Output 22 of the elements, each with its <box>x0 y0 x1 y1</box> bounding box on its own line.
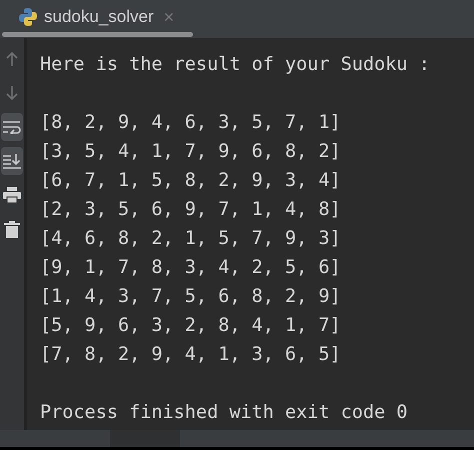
console-line: [6, 7, 1, 5, 8, 2, 9, 3, 4] <box>40 169 342 193</box>
console-line: [1, 4, 3, 7, 5, 6, 8, 2, 9] <box>40 285 342 309</box>
soft-wrap-icon <box>3 120 21 134</box>
printer-icon <box>3 187 21 203</box>
tab-title: sudoku_solver <box>44 7 154 27</box>
console-line: [7, 8, 2, 9, 4, 1, 3, 6, 5] <box>40 343 342 367</box>
wrap-button[interactable] <box>1 113 23 141</box>
console-line: [3, 5, 4, 1, 7, 9, 6, 8, 2] <box>40 140 342 164</box>
down-arrow-icon <box>5 85 19 101</box>
console-line: Here is the result of your Sudoku : <box>40 53 431 77</box>
console-line: [8, 2, 9, 4, 6, 3, 5, 7, 1] <box>40 111 342 135</box>
up-arrow-icon <box>5 51 19 67</box>
scrollbar[interactable] <box>2 32 193 37</box>
console-line: [9, 1, 7, 8, 3, 4, 2, 5, 6] <box>40 256 342 280</box>
scroll-end-button[interactable] <box>1 147 23 175</box>
trash-icon <box>4 220 20 238</box>
console-line: [4, 6, 8, 2, 1, 5, 7, 9, 3] <box>40 227 342 251</box>
scroll-to-end-icon <box>3 153 21 169</box>
console-line: Process finished with exit code 0 <box>40 401 409 425</box>
console-line: [2, 3, 5, 6, 9, 7, 1, 4, 8] <box>40 198 342 222</box>
console-line: [5, 9, 6, 3, 2, 8, 4, 1, 7] <box>40 314 342 338</box>
python-logo-icon <box>18 7 38 27</box>
